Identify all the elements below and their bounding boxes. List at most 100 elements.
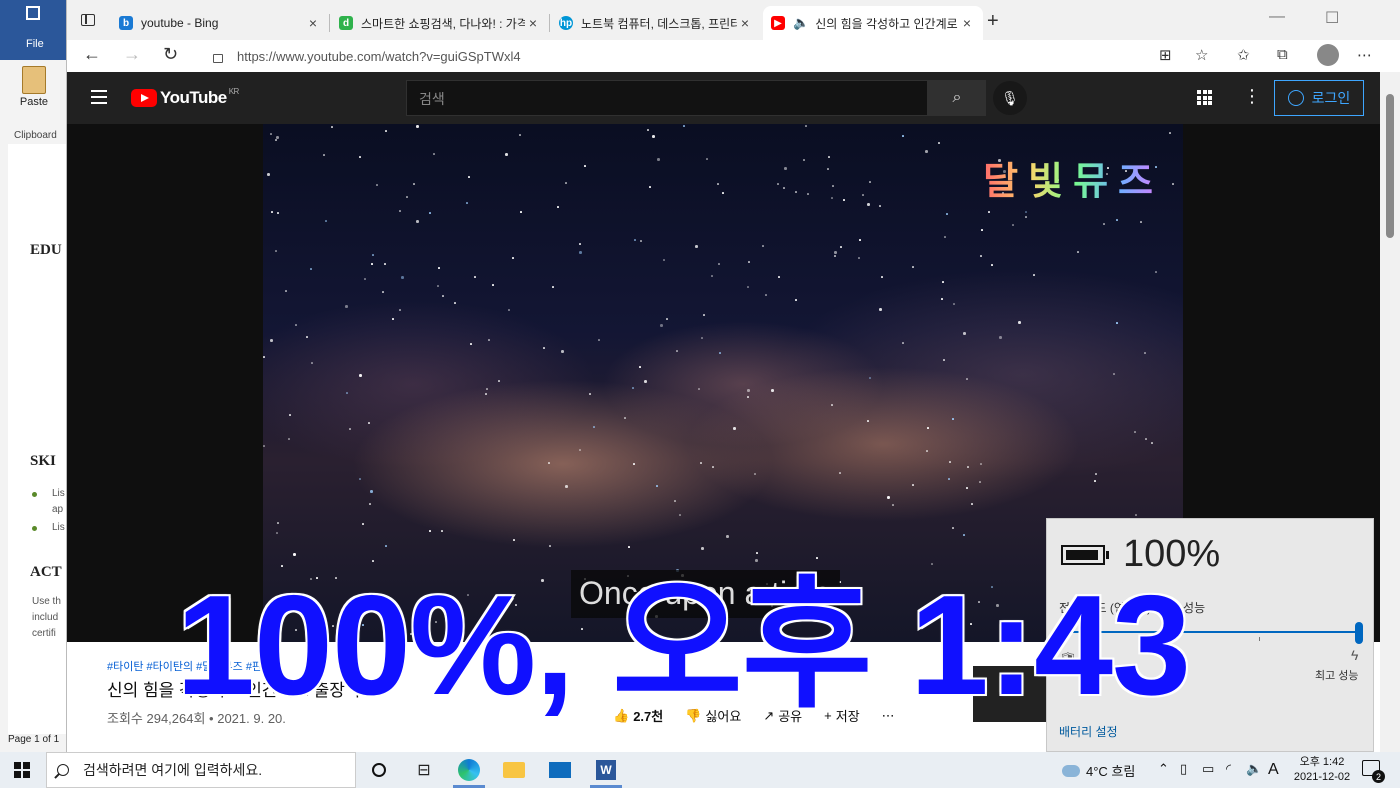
star-particle (1151, 442, 1153, 444)
star-particle (748, 261, 750, 263)
scrollbar-thumb[interactable] (1386, 94, 1394, 238)
url-field[interactable]: https://www.youtube.com/watch?v=guiGSpTW… (213, 43, 1133, 69)
star-particle (777, 183, 779, 185)
tab-hp[interactable]: hp 노트북 컴퓨터, 데스크톱, 프린터 × (551, 6, 761, 40)
bullet-text: Lis (52, 522, 65, 533)
maximize-icon[interactable]: ☐ (1325, 8, 1339, 28)
star-particle (488, 339, 490, 341)
battery-settings-link[interactable]: 배터리 설정 (1059, 723, 1118, 740)
star-particle (862, 194, 864, 196)
lock-icon[interactable] (213, 53, 223, 63)
star-particle (971, 503, 973, 505)
page-scrollbar[interactable] (1380, 72, 1400, 752)
show-hidden-icons[interactable]: ⌃ (1158, 761, 1169, 777)
menu-icon[interactable] (91, 90, 107, 104)
address-bar: ← → ↻ https://www.youtube.com/watch?v=gu… (67, 40, 1400, 72)
star-particle (869, 181, 871, 183)
windows-start-icon[interactable] (14, 762, 30, 778)
star-particle (912, 484, 914, 486)
word-icon: W (596, 760, 616, 780)
close-tab-icon[interactable]: × (525, 15, 541, 31)
device-icon[interactable]: ▯ (1180, 761, 1187, 777)
star-particle (963, 534, 965, 536)
favorites-icon[interactable]: ✩ (1237, 46, 1250, 64)
star-particle (433, 153, 435, 155)
settings-more-icon[interactable]: ⋯ (1357, 46, 1372, 64)
edge-icon (458, 759, 480, 781)
tab-separator (329, 14, 330, 32)
star-particle (275, 250, 277, 252)
close-tab-icon[interactable]: × (959, 15, 975, 31)
login-button[interactable]: 로그인 (1274, 80, 1364, 116)
star-particle (401, 276, 404, 279)
save-icon[interactable] (26, 6, 40, 20)
notification-count-badge: 2 (1372, 770, 1385, 783)
tab-danawa[interactable]: d 스마트한 쇼핑검색, 다나와! : 가격 × (331, 6, 549, 40)
back-icon[interactable]: ← (83, 44, 101, 65)
taskbar-search-input[interactable]: 검색하려면 여기에 입력하세요. (46, 752, 356, 788)
app-available-icon[interactable]: ⊞ (1159, 46, 1172, 64)
task-view-icon[interactable]: ⊟ (412, 758, 436, 782)
system-clock[interactable]: 오후 1:42 2021-12-02 (1292, 755, 1352, 785)
star-particle (925, 150, 928, 153)
file-tab[interactable]: File (26, 38, 44, 50)
weather-widget[interactable]: 4°C 흐림 (1062, 761, 1135, 780)
wifi-icon[interactable]: ◜ (1226, 761, 1231, 777)
tab-bing[interactable]: b youtube - Bing × (111, 6, 329, 40)
search-icon: ⌕ (952, 89, 962, 106)
cortana-button[interactable] (367, 758, 391, 782)
minimize-icon[interactable]: — (1269, 8, 1285, 26)
profile-avatar[interactable] (1317, 44, 1339, 66)
voice-search-button[interactable]: 🎙 (993, 81, 1027, 115)
apps-grid-icon[interactable] (1197, 90, 1212, 105)
star-particle (881, 276, 883, 278)
tab-youtube[interactable]: ▶ 🔈 신의 힘을 각성하고 인간계로 × (763, 6, 983, 40)
video-player[interactable]: 달빛뮤즈 Once upon a time (263, 124, 1183, 642)
input-method-indicator[interactable]: A (1268, 761, 1279, 779)
file-explorer-button[interactable] (502, 758, 526, 782)
mail-button[interactable] (548, 758, 572, 782)
more-options-icon[interactable]: ⋮ (1243, 86, 1261, 107)
word-title-bar: File (0, 0, 66, 60)
slider-tick (1259, 637, 1260, 641)
volume-icon[interactable]: 🔈 (1246, 761, 1262, 777)
star-particle (712, 466, 714, 468)
lightning-icon: ϟ (1351, 647, 1359, 663)
speaker-icon[interactable]: 🔈 (793, 15, 809, 31)
search-input[interactable]: 검색 (406, 80, 928, 116)
star-particle (1135, 514, 1137, 516)
best-performance-label: 최고 성능 (1315, 670, 1359, 682)
star-particle (953, 303, 955, 305)
star-particle (485, 393, 487, 395)
star-particle (579, 243, 581, 245)
star-particle (271, 211, 273, 213)
star-particle (385, 130, 387, 132)
star-particle (869, 377, 871, 379)
youtube-logo[interactable]: YouTube KR (131, 87, 239, 108)
body-text: certifi (32, 628, 56, 639)
star-particle (839, 472, 841, 474)
new-tab-icon[interactable]: + (987, 10, 999, 33)
close-tab-icon[interactable]: × (305, 15, 321, 31)
search-button[interactable]: ⌕ (928, 80, 986, 116)
heading-activities: ACT (30, 564, 62, 580)
star-particle (277, 212, 279, 214)
star-particle (634, 239, 636, 241)
star-particle (762, 245, 764, 247)
forward-icon[interactable]: → (123, 44, 141, 65)
edge-taskbar-button[interactable] (457, 758, 481, 782)
star-particle (520, 211, 522, 213)
document-page[interactable] (8, 144, 66, 734)
add-favorite-icon[interactable]: ☆ (1195, 46, 1208, 64)
battery-tray-icon[interactable]: ▭ (1202, 761, 1214, 777)
refresh-icon[interactable]: ↻ (163, 44, 178, 65)
tab-actions-icon[interactable] (81, 14, 95, 26)
collections-icon[interactable]: ⧉ (1277, 46, 1288, 63)
word-taskbar-button[interactable]: W (594, 758, 618, 782)
bullet-marker (32, 526, 37, 531)
paste-button[interactable]: Paste (14, 64, 54, 108)
youtube-play-icon (131, 89, 157, 107)
close-tab-icon[interactable]: × (737, 15, 753, 31)
battery-time-overlay: 100%, 오후 1:43 (174, 566, 1193, 725)
power-mode-slider-thumb[interactable] (1355, 622, 1363, 644)
